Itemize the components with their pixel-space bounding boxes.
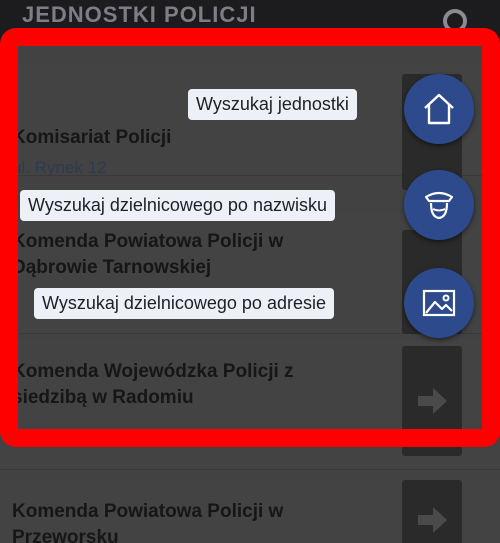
search-icon[interactable] [436,8,470,42]
search-by-address-button[interactable] [404,268,474,338]
fab-label-search-by-name[interactable]: Wyszukaj dzielnicowego po nazwisku [20,190,335,221]
arrow-right-icon [418,507,447,533]
open-item-button[interactable] [402,480,462,543]
house-icon [424,93,454,125]
police-officer-icon [424,191,454,220]
list-item-address: ul. Rynek 12 [12,158,107,177]
image-icon [422,289,456,317]
list-item-title-line2: siedzibą w Radomiu [12,387,194,408]
fab-label-search-by-address[interactable]: Wyszukaj dzielnicowego po adresie [34,288,334,319]
list-item-title: Komisariat Policji [12,127,172,148]
list-item-title: Komenda Powiatowa Policji w [12,501,284,522]
open-item-button[interactable] [402,346,462,456]
app-bar: JEDNOSTKI POLICJI [0,0,500,44]
app-title: JEDNOSTKI POLICJI [22,2,257,26]
list-item-title: Komenda Wojewódzka Policji z [12,361,294,382]
list-item-title-line2: Dąbrowie Tarnowskiej [12,257,212,278]
list-item-title-line2: Przeworsku [12,527,119,543]
fab-label-search-units[interactable]: Wyszukaj jednostki [188,89,357,120]
list-item-title: Komenda Powiatowa Policji w [12,231,284,252]
arrow-right-icon [418,388,447,414]
search-units-button[interactable] [404,74,474,144]
search-by-name-button[interactable] [404,170,474,240]
